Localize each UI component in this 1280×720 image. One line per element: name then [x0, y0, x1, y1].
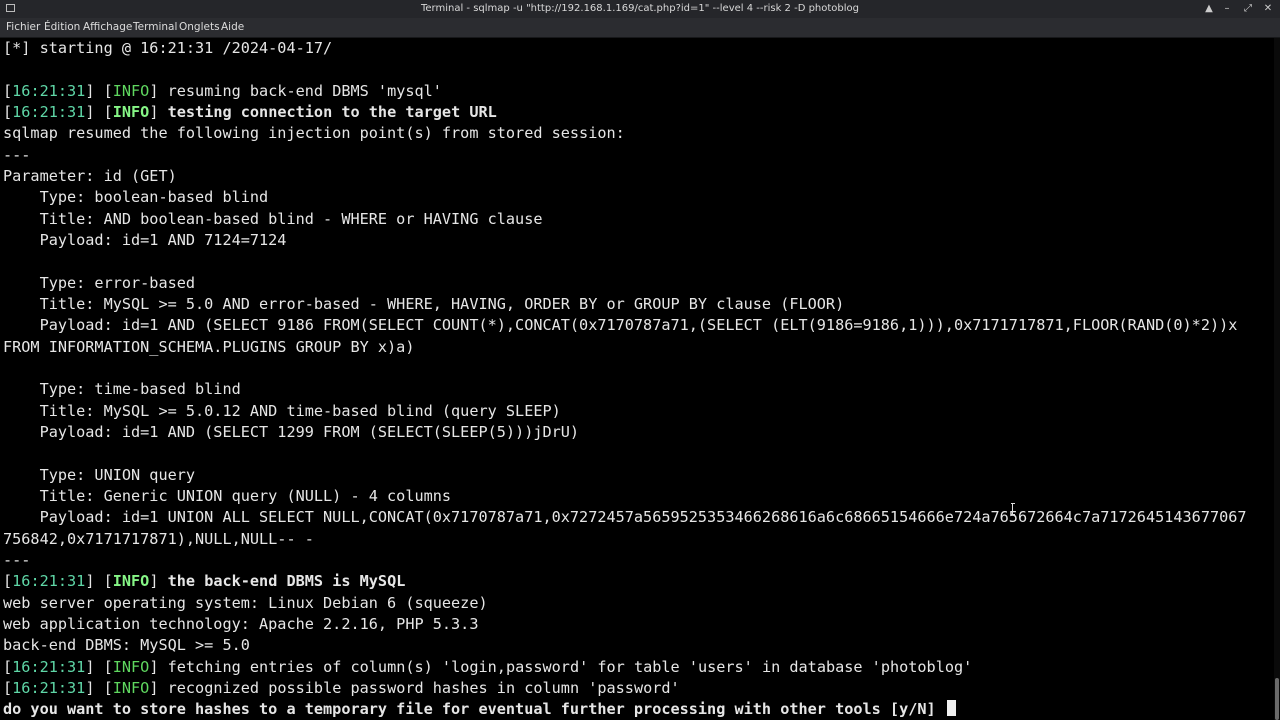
- terminal-line: Payload: id=1 AND (SELECT 9186 FROM(SELE…: [3, 316, 1238, 334]
- terminal-log-line: [16:21:31] [INFO] the back-end DBMS is M…: [3, 572, 406, 590]
- terminal-line: 756842,0x7171717871),NULL,NULL-- -: [3, 530, 314, 548]
- maximize-button[interactable]: ⤢: [1240, 2, 1256, 16]
- menu-affichage[interactable]: Affichage: [83, 21, 132, 33]
- terminal-line: Title: Generic UNION query (NULL) - 4 co…: [3, 487, 452, 505]
- minimize-button[interactable]: –: [1219, 2, 1235, 16]
- terminal-log-line: [16:21:31] [INFO] resuming back-end DBMS…: [3, 82, 442, 100]
- terminal-prompt-line[interactable]: do you want to store hashes to a tempora…: [3, 699, 956, 720]
- window-titlebar[interactable]: Terminal - sqlmap -u "http://192.168.1.1…: [0, 0, 1280, 18]
- timestamp: 16:21:31: [12, 679, 86, 697]
- terminal-line: Payload: id=1 AND (SELECT 1299 FROM (SEL…: [3, 423, 580, 441]
- terminal-line: web server operating system: Linux Debia…: [3, 594, 488, 612]
- terminal-line: Payload: id=1 AND 7124=7124: [3, 231, 287, 249]
- menu-bar: Fichier Édition Affichage Terminal Ongle…: [0, 18, 1280, 38]
- terminal-separator: ---: [3, 146, 31, 164]
- terminal-line: sqlmap resumed the following injection p…: [3, 124, 625, 142]
- menu-onglets[interactable]: Onglets: [179, 21, 220, 33]
- terminal-line: FROM INFORMATION_SCHEMA.PLUGINS GROUP BY…: [3, 338, 415, 356]
- text-cursor-icon: [1011, 503, 1015, 515]
- terminal-line: Type: boolean-based blind: [3, 188, 269, 206]
- terminal-log-line: [16:21:31] [INFO] testing connection to …: [3, 103, 497, 121]
- terminal-line: web application technology: Apache 2.2.1…: [3, 615, 479, 633]
- terminal-cursor: [946, 700, 956, 716]
- terminal-separator: ---: [3, 551, 31, 569]
- timestamp: 16:21:31: [12, 82, 86, 100]
- terminal-line: Title: MySQL >= 5.0.12 AND time-based bl…: [3, 402, 561, 420]
- info-tag: INFO: [112, 572, 150, 590]
- window-title: Terminal - sqlmap -u "http://192.168.1.1…: [420, 3, 860, 14]
- terminal-log-line: [16:21:31] [INFO] recognized possible pa…: [3, 679, 680, 697]
- terminal-line: Type: UNION query: [3, 466, 196, 484]
- log-message: resuming back-end DBMS 'mysql': [167, 82, 442, 100]
- menu-terminal[interactable]: Terminal: [133, 21, 177, 33]
- terminal-line: Parameter: id (GET): [3, 167, 177, 185]
- log-message: fetching entries of column(s) 'login,pas…: [167, 658, 973, 676]
- close-button[interactable]: ✕: [1260, 2, 1276, 16]
- timestamp: 16:21:31: [12, 658, 86, 676]
- terminal-line: Title: MySQL >= 5.0 AND error-based - WH…: [3, 295, 845, 313]
- terminal-line: Type: error-based: [3, 274, 196, 292]
- scrollbar-thumb[interactable]: [1275, 678, 1279, 720]
- terminal-output[interactable]: [*] starting @ 16:21:31 /2024-04-17/ [16…: [0, 38, 1274, 720]
- terminal-line: back-end DBMS: MySQL >= 5.0: [3, 636, 250, 654]
- terminal-line: Title: AND boolean-based blind - WHERE o…: [3, 210, 543, 228]
- log-message: the back-end DBMS is MySQL: [167, 572, 406, 590]
- terminal-line: [*] starting @ 16:21:31 /2024-04-17/: [3, 39, 333, 57]
- info-tag: INFO: [112, 679, 150, 697]
- menu-edition[interactable]: Édition: [44, 21, 80, 33]
- timestamp: 16:21:31: [12, 572, 86, 590]
- log-message: recognized possible password hashes in c…: [167, 679, 680, 697]
- timestamp: 16:21:31: [12, 103, 86, 121]
- terminal-log-line: [16:21:31] [INFO] fetching entries of co…: [3, 658, 973, 676]
- info-tag: INFO: [112, 658, 150, 676]
- menu-fichier[interactable]: Fichier: [6, 21, 40, 33]
- info-tag: INFO: [112, 82, 150, 100]
- menu-aide[interactable]: Aide: [221, 21, 244, 33]
- prompt-text: do you want to store hashes to a tempora…: [3, 700, 936, 718]
- terminal-line: Type: time-based blind: [3, 380, 241, 398]
- info-tag: INFO: [112, 103, 150, 121]
- shade-window-button[interactable]: ▲: [1201, 2, 1217, 16]
- terminal-line: Payload: id=1 UNION ALL SELECT NULL,CONC…: [3, 508, 1247, 526]
- scrollbar[interactable]: [1274, 38, 1280, 720]
- log-message: testing connection to the target URL: [167, 103, 497, 121]
